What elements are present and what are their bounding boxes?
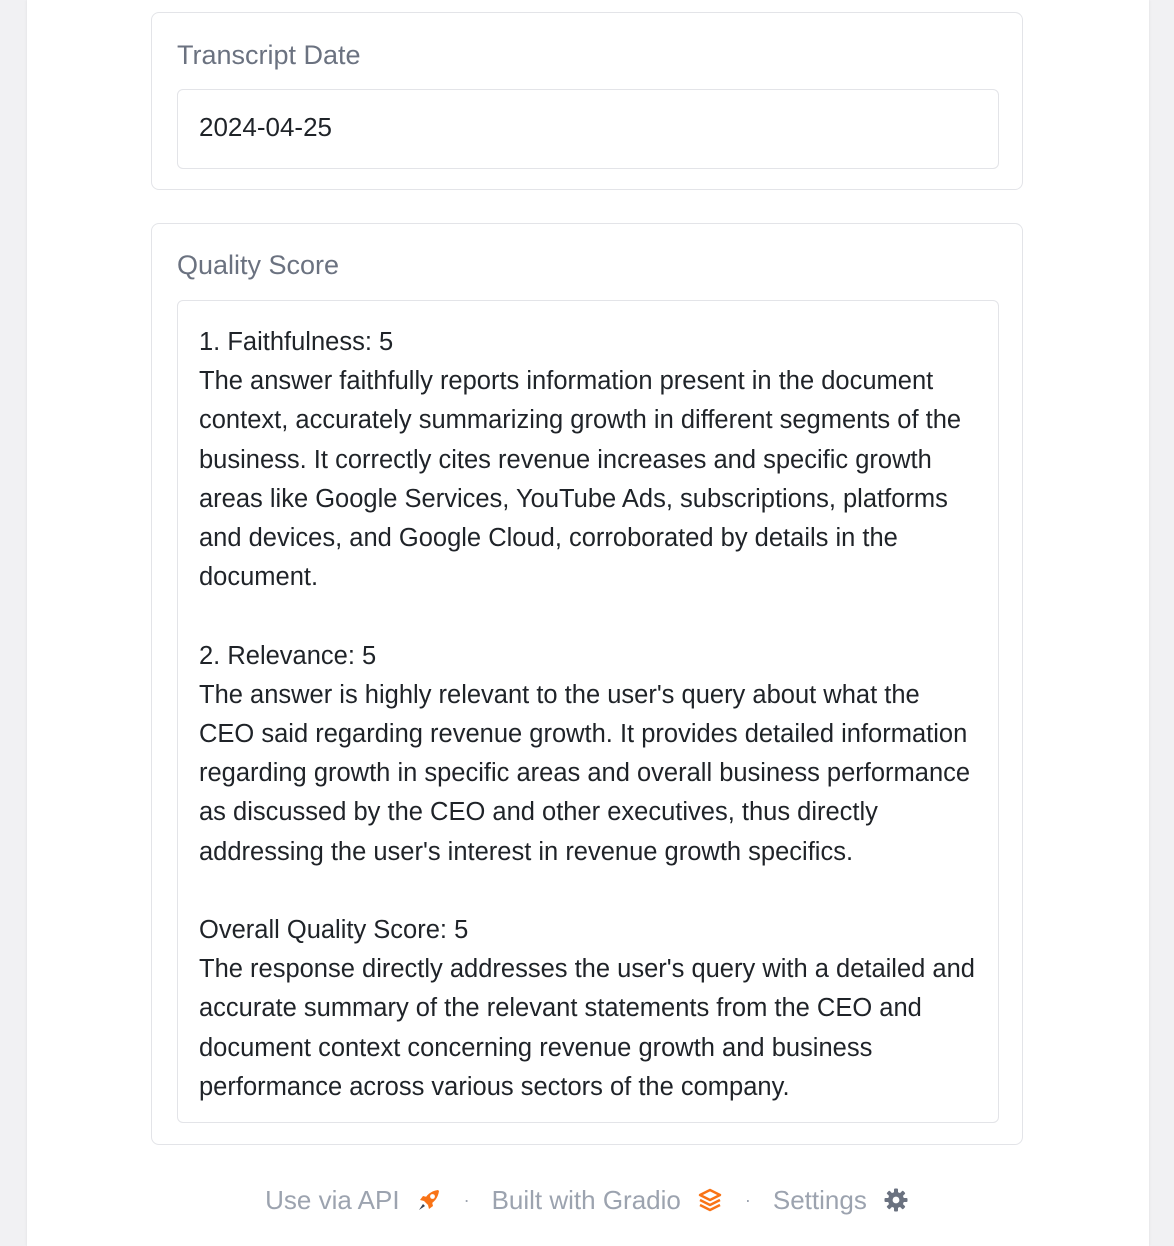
transcript-date-label: Transcript Date [177, 40, 361, 70]
settings-link[interactable]: Settings [773, 1185, 909, 1216]
transcript-date-block: Transcript Date 2024-04-25 [151, 12, 1023, 190]
footer: Use via API · Built with Gradio · Settin… [0, 1180, 1174, 1220]
quality-score-block: Quality Score 1. Faithfulness: 5 The ans… [151, 223, 1023, 1145]
built-with-gradio-link[interactable]: Built with Gradio [492, 1185, 723, 1216]
footer-separator: · [744, 1189, 751, 1210]
settings-label: Settings [772, 1184, 867, 1215]
use-via-api-link[interactable]: Use via API [265, 1185, 441, 1216]
built-with-gradio-label: Built with Gradio [491, 1184, 681, 1215]
transcript-date-input[interactable]: 2024-04-25 [177, 89, 999, 169]
use-via-api-label: Use via API [265, 1184, 400, 1215]
gear-icon [884, 1188, 908, 1212]
quality-score-textarea[interactable]: 1. Faithfulness: 5 The answer faithfully… [177, 300, 999, 1123]
rocket-icon [418, 1190, 439, 1210]
gradio-logo-icon [698, 1188, 722, 1212]
footer-separator: · [463, 1189, 470, 1210]
transcript-date-value: 2024-04-25 [199, 112, 332, 142]
quality-score-label: Quality Score [177, 250, 340, 280]
